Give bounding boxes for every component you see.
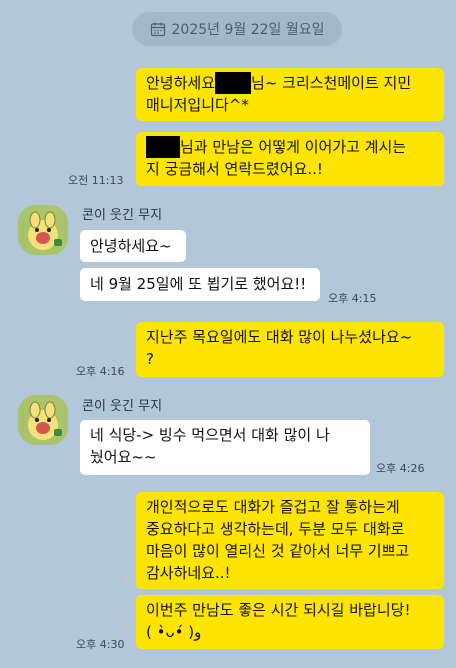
date-divider: 2025년 9월 22일 월요일 xyxy=(132,12,342,46)
message-time: 오후 4:30 xyxy=(76,638,125,651)
muzi-avatar-icon xyxy=(18,395,68,445)
message-time: 오후 4:15 xyxy=(328,292,377,305)
calendar-icon xyxy=(150,22,165,37)
redacted-name xyxy=(215,72,252,94)
message-bubble-sent[interactable]: 지난주 목요일에도 대화 많이 나누셨나요~ ? xyxy=(136,322,444,377)
message-bubble-sent[interactable]: 님과 만남은 어떻게 이어가고 계시는 지 궁금해서 연락드렸어요..! xyxy=(136,132,444,186)
message-bubble-sent[interactable]: 개인적으로도 대화가 즐겁고 잘 통하는게 중요하다고 생각하는데, 두분 모두… xyxy=(136,492,444,589)
message-time: 오후 4:16 xyxy=(76,365,125,378)
muzi-avatar-icon xyxy=(18,205,68,255)
message-bubble-received[interactable]: 네 9월 25일에 또 뵙기로 했어요!! xyxy=(80,268,320,301)
message-bubble-received[interactable]: 안녕하세요~ xyxy=(80,230,186,262)
message-time: 오후 4:26 xyxy=(376,462,425,475)
message-bubble-received[interactable]: 네 식당-> 빙수 먹으면서 대화 많이 나 눴어요~~ xyxy=(80,420,370,475)
unread-count: 1 xyxy=(124,573,131,584)
date-label: 2025년 9월 22일 월요일 xyxy=(171,22,325,38)
contact-name: 콘이 웃긴 무지 xyxy=(82,208,163,223)
contact-name: 콘이 웃긴 무지 xyxy=(82,399,163,414)
contact-avatar[interactable] xyxy=(18,205,68,255)
redacted-name xyxy=(146,136,180,158)
unread-count: 1 xyxy=(124,620,131,631)
message-bubble-sent[interactable]: 이번주 만남도 좋은 시간 되시길 바랍니당! ( •̀ᴗ•́ )و xyxy=(136,595,444,649)
message-time: 오전 11:13 xyxy=(68,174,124,187)
message-bubble-sent[interactable]: 안녕하세요 님~ 크리스천메이트 지민 매니저입니다^* xyxy=(136,68,444,121)
contact-avatar[interactable] xyxy=(18,395,68,445)
